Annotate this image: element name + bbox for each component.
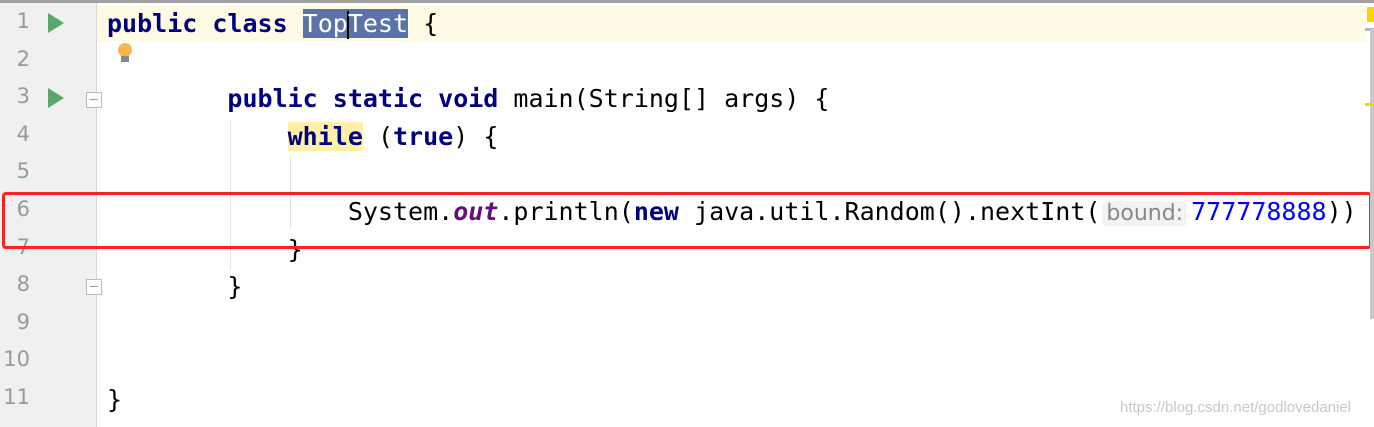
error-stripe-marker[interactable] — [1367, 7, 1374, 22]
code-line-3[interactable]: public static void main(String[] args) { — [107, 80, 829, 118]
code-line-4[interactable]: while (true) { — [107, 118, 498, 156]
code-text: main(String[] args) { — [513, 84, 830, 113]
code-text: { — [408, 9, 439, 38]
fold-start-icon[interactable] — [86, 92, 102, 108]
code-line-1[interactable]: public class TopTest { — [107, 5, 438, 43]
run-main-icon[interactable] — [48, 88, 64, 108]
keyword: true — [393, 122, 454, 151]
editor-tab-bar-edge — [0, 0, 1374, 3]
keyword: public class — [107, 9, 303, 38]
code-line-11[interactable]: } — [107, 381, 122, 419]
selected-text: TopTest — [302, 9, 409, 39]
line-number: 3 — [16, 84, 30, 109]
line-number: 5 — [16, 159, 30, 184]
run-class-icon[interactable] — [48, 13, 64, 33]
line-number: 9 — [16, 309, 30, 334]
line-number: 10 — [3, 347, 30, 372]
line-number: 8 — [16, 272, 30, 297]
watermark: https://blog.csdn.net/godlovedaniel — [1120, 399, 1351, 416]
highlight-box — [2, 192, 1372, 249]
fold-end-icon[interactable] — [86, 279, 102, 295]
vertical-scrollbar[interactable] — [1370, 29, 1374, 319]
line-number: 2 — [16, 46, 30, 71]
line-number: 1 — [16, 9, 30, 33]
line-number: 4 — [16, 121, 30, 146]
code-line-8[interactable]: } — [107, 268, 242, 306]
warning-stripe-marker[interactable] — [1365, 103, 1374, 106]
line-number: 11 — [3, 385, 30, 409]
keyword: public static void — [227, 84, 514, 113]
keyword-highlighted: while — [287, 122, 363, 151]
lightbulb-icon[interactable] — [118, 43, 132, 62]
